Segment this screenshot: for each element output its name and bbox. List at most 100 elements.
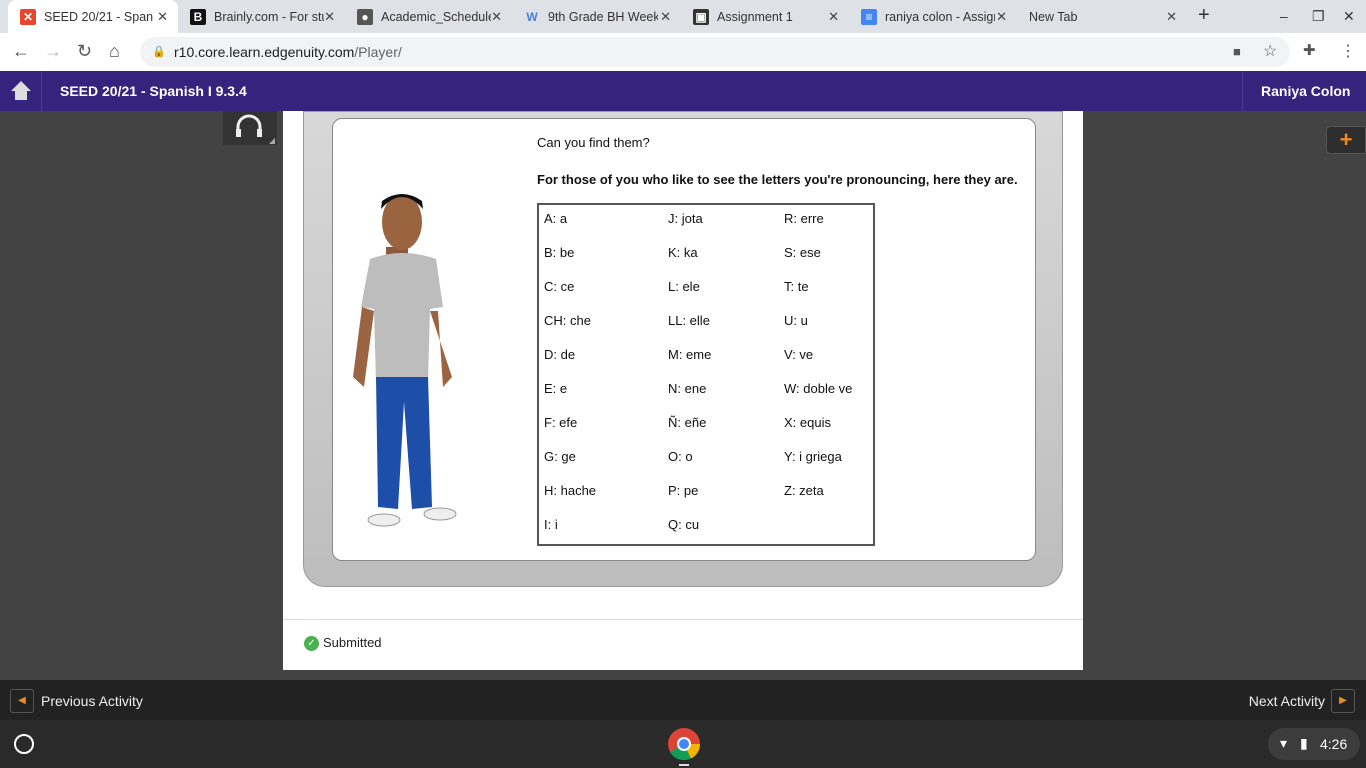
previous-activity-button[interactable]: ◀ xyxy=(10,689,34,713)
menu-icon[interactable]: ⋮ xyxy=(1340,41,1356,61)
camera-icon[interactable]: ■ xyxy=(1233,44,1241,59)
lesson-frame: Can you find them? For those of you who … xyxy=(303,111,1063,587)
alphabet-cell: C: ce xyxy=(544,279,575,294)
word-icon: W xyxy=(526,9,538,24)
alphabet-cell: H: hache xyxy=(544,483,597,498)
alphabet-cell: S: ese xyxy=(784,245,821,260)
next-activity-button[interactable]: ▶ xyxy=(1331,689,1355,713)
tab-title: raniya colon - Assignment xyxy=(885,9,995,24)
alphabet-cell: Q: cu xyxy=(668,517,700,532)
arrow-left-icon: ◀ xyxy=(18,695,26,706)
course-header: SEED 20/21 - Spanish I 9.3.4 Raniya Colo… xyxy=(0,71,1366,111)
tab-title: Brainly.com - For students xyxy=(214,9,324,24)
browser-toolbar: ← → ↻ ⌂ 🔒 r10.core.learn.edgenuity.com/P… xyxy=(0,33,1366,71)
url-path: /Player/ xyxy=(354,44,402,60)
bookmark-star-icon[interactable]: ☆ xyxy=(1263,41,1277,61)
battery-icon: ▮ xyxy=(1300,735,1308,751)
home-button[interactable] xyxy=(0,71,42,111)
status-bar: ✓ Submitted xyxy=(283,619,1083,670)
browser-tab[interactable]: ✕SEED 20/21 - Spanish I✕ xyxy=(8,0,178,33)
docs-icon: ≡ xyxy=(861,8,877,25)
activity-nav: ◀ Previous Activity Next Activity ▶ xyxy=(0,680,1366,720)
alphabet-cell: F: efe xyxy=(544,415,578,430)
clock: 4:26 xyxy=(1320,736,1348,752)
edgenuity-x-icon: ✕ xyxy=(20,8,36,25)
alphabet-cell: LL: elle xyxy=(668,313,710,328)
alphabet-cell: Ñ: eñe xyxy=(668,415,707,430)
browser-tab[interactable]: ● Academic_Schedule ✕ xyxy=(345,0,512,33)
next-activity-label[interactable]: Next Activity xyxy=(1249,693,1325,709)
classroom-icon: ▣ xyxy=(693,8,709,25)
alphabet-cell: P: pe xyxy=(668,483,699,498)
alphabet-cell: K: ka xyxy=(668,245,698,260)
alphabet-cell: E: e xyxy=(544,381,568,396)
previous-activity-label[interactable]: Previous Activity xyxy=(41,693,143,709)
browser-tab[interactable]: ≡ raniya colon - Assignment✕ xyxy=(849,0,1017,33)
home-icon[interactable]: ⌂ xyxy=(109,41,120,62)
minimize-button[interactable]: ‒ xyxy=(1280,8,1288,24)
course-title: SEED 20/21 - Spanish I 9.3.4 xyxy=(60,83,247,99)
character-illustration xyxy=(353,194,457,527)
alphabet-cell: W: doble ve xyxy=(784,381,853,396)
tab-title: SEED 20/21 - Spanish I xyxy=(44,9,154,24)
chrome-icon[interactable] xyxy=(667,727,701,761)
headphones-icon xyxy=(236,114,275,144)
check-icon: ✓ xyxy=(304,636,319,651)
browser-tab[interactable]: New Tab ✕ xyxy=(1017,0,1187,33)
intro-text: For those of you who like to see the let… xyxy=(537,172,1018,187)
address-bar[interactable]: 🔒 r10.core.learn.edgenuity.com/Player/ xyxy=(140,37,1290,67)
close-tab-icon[interactable]: ✕ xyxy=(996,9,1007,25)
browser-tab[interactable]: W 9th Grade BH Weekly ✕ xyxy=(512,0,681,33)
lesson-panel: Can you find them? For those of you who … xyxy=(332,118,1036,561)
launcher-icon[interactable] xyxy=(14,734,34,754)
user-name[interactable]: Raniya Colon xyxy=(1242,71,1366,111)
alphabet-cell: J: jota xyxy=(668,211,703,226)
back-icon[interactable]: ← xyxy=(12,41,30,62)
close-tab-icon[interactable]: ✕ xyxy=(660,9,671,25)
extensions-icon[interactable]: ✚ xyxy=(1303,41,1316,59)
tab-title: 9th Grade BH Weekly xyxy=(548,9,658,24)
close-tab-icon[interactable]: ✕ xyxy=(828,9,839,25)
status-label: Submitted xyxy=(323,635,382,650)
alphabet-cell: T: te xyxy=(784,279,809,294)
arrow-right-icon: ▶ xyxy=(1339,695,1347,706)
alphabet-cell: R: erre xyxy=(784,211,824,226)
close-tab-icon[interactable]: ✕ xyxy=(491,9,502,25)
os-shelf: ▾ ▮ 4:26 xyxy=(0,720,1366,768)
new-tab-button[interactable]: + xyxy=(1198,4,1210,27)
alphabet-cell: CH: che xyxy=(544,313,591,328)
home-icon xyxy=(11,81,31,100)
close-tab-icon[interactable]: ✕ xyxy=(324,9,335,25)
alphabet-cell: V: ve xyxy=(784,347,814,362)
tab-title: Assignment 1 xyxy=(717,9,793,24)
question-text: Can you find them? xyxy=(537,135,650,150)
forward-icon[interactable]: → xyxy=(44,41,62,62)
alphabet-cell: Y: i griega xyxy=(784,449,842,464)
globe-icon: ● xyxy=(357,8,373,25)
alphabet-cell: U: u xyxy=(784,313,808,328)
close-window-button[interactable]: ✕ xyxy=(1343,8,1355,25)
alphabet-cell: A: a xyxy=(544,211,568,226)
status-tray[interactable]: ▾ ▮ 4:26 xyxy=(1268,728,1360,760)
tab-strip: ✕SEED 20/21 - Spanish I✕BBrainly.com - F… xyxy=(0,0,1366,33)
alphabet-cell: X: equis xyxy=(784,415,831,430)
url-host: r10.core.learn.edgenuity.com xyxy=(174,44,355,60)
expand-tools-button[interactable]: + xyxy=(1326,126,1366,154)
alphabet-cell: I: i xyxy=(544,517,558,532)
browser-tab[interactable]: B Brainly.com - For students✕ xyxy=(178,0,345,33)
close-tab-icon[interactable]: ✕ xyxy=(1166,9,1177,25)
alphabet-cell: M: eme xyxy=(668,347,712,362)
alphabet-cell: L: ele xyxy=(668,279,700,294)
tab-title: Academic_Schedule xyxy=(381,9,491,24)
browser-tab[interactable]: ▣ Assignment 1 ✕ xyxy=(681,0,849,33)
alphabet-cell: G: ge xyxy=(544,449,576,464)
reload-icon[interactable]: ↻ xyxy=(77,41,92,62)
brainly-icon: B xyxy=(190,8,206,25)
alphabet-table: A: a B: be C: ce CH: che D: de E: e F: efe G: g… xyxy=(537,203,875,546)
active-app-indicator xyxy=(679,764,689,766)
alphabet-cell: O: o xyxy=(668,449,693,464)
restore-button[interactable]: ❐ xyxy=(1312,8,1325,25)
close-tab-icon[interactable]: ✕ xyxy=(157,9,168,25)
audio-button[interactable] xyxy=(223,111,277,145)
alphabet-cell: Z: zeta xyxy=(784,483,824,498)
